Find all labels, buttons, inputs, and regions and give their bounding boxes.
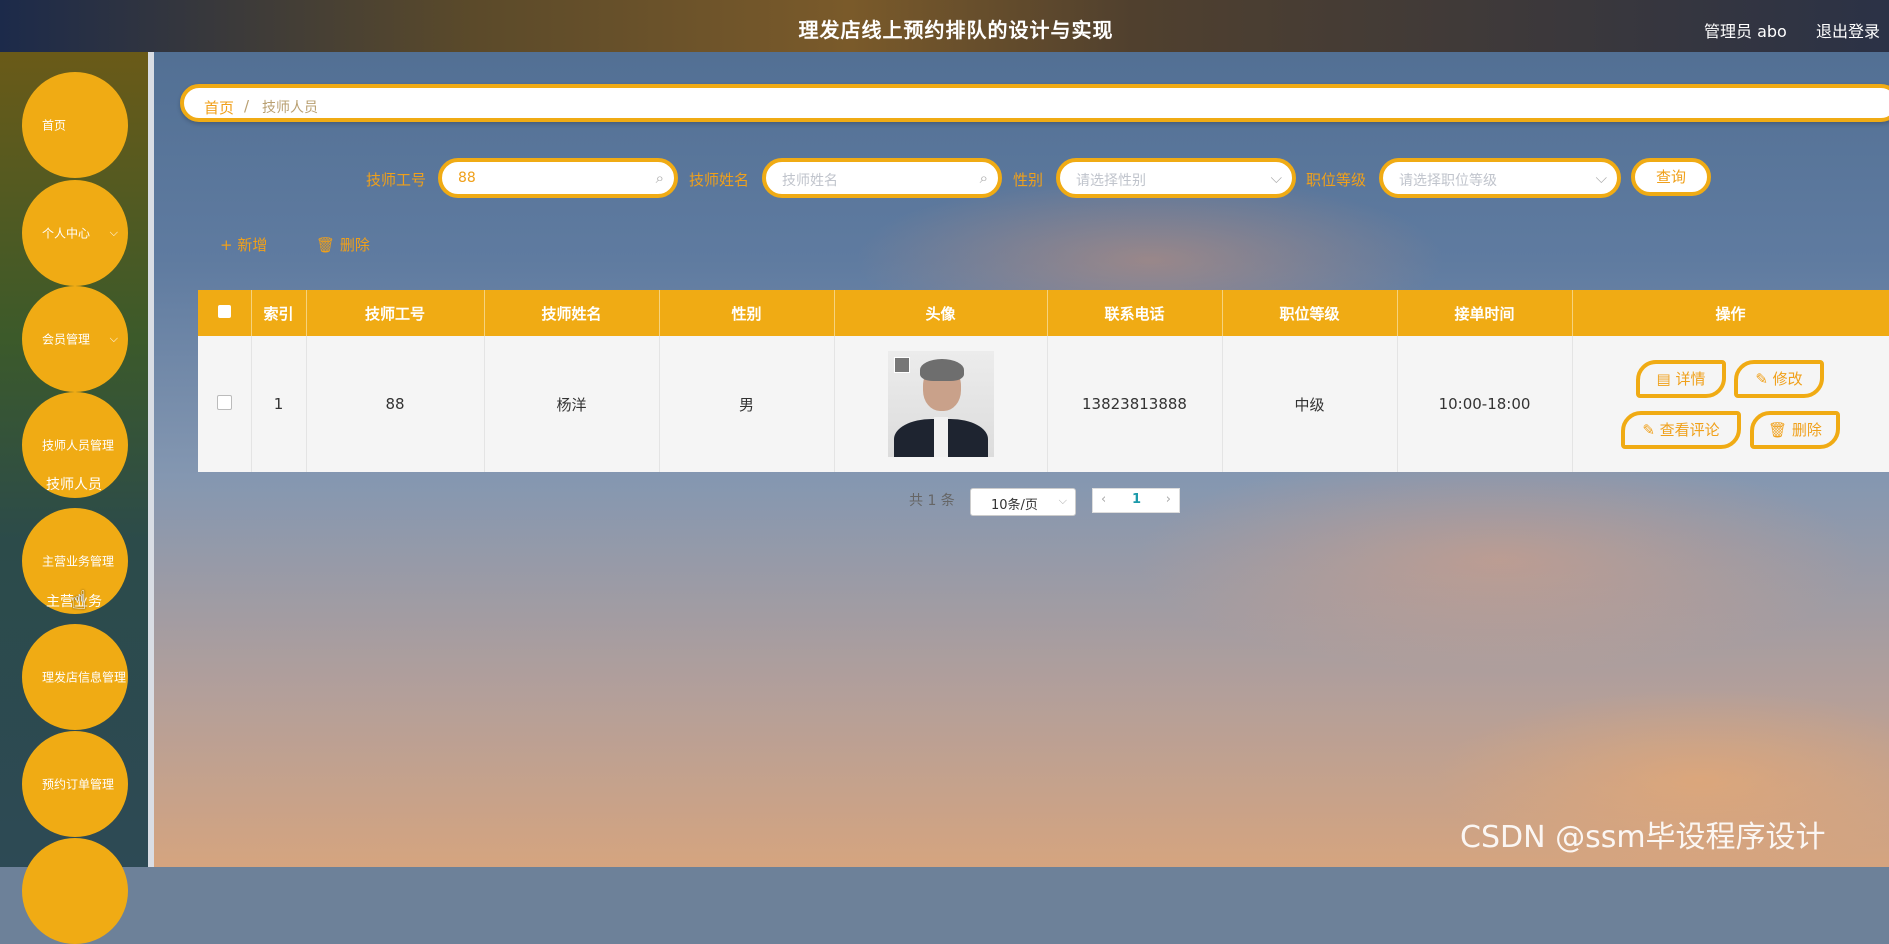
plus-icon: + [220,236,233,254]
detail-button[interactable]: ▤ 详情 [1636,360,1726,398]
row-checkbox[interactable] [216,394,232,410]
chevron-down-icon: ⌵ [1058,494,1067,507]
sidebar-item-personal-center[interactable]: 个人中心 ⌵ [22,180,128,286]
sidebar-item-shop-info-management[interactable]: 理发店信息管理 [22,624,128,730]
top-header: 理发店线上预约排队的设计与实现 管理员 abo 退出登录 [0,0,1889,52]
add-button[interactable]: + 新增 [220,234,267,255]
column-header: 联系电话 [1047,290,1223,336]
tech-id-value: 88 [458,170,476,186]
row-select-cell[interactable] [198,336,252,472]
index-cell: 1 [251,336,307,472]
add-label: 新增 [237,236,268,254]
detail-label: 详情 [1675,370,1706,388]
column-header: 接单时间 [1397,290,1573,336]
tech-name-placeholder: 技师姓名 [782,173,838,189]
gender-label: 性别 [1013,171,1044,189]
gender-cell: 男 [659,336,835,472]
page-number[interactable]: 1 [1132,492,1141,507]
pagination-total: 共 1 条 [909,493,955,509]
image-badge-icon [893,357,910,373]
submenu-technician[interactable]: 技师人员 [46,474,102,494]
hours-cell: 10:00-18:00 [1397,336,1573,472]
level-label: 职位等级 [1306,171,1367,189]
delete-label: 删除 [339,236,370,254]
search-icon: ⌕ [979,169,988,187]
column-header: 技师姓名 [484,290,660,336]
delete-row-label: 删除 [1791,421,1822,439]
sidebar-item-home[interactable]: 首页 [22,72,128,178]
sidebar-item-member-management[interactable]: 会员管理 ⌵ [22,286,128,392]
phone-cell: 13823813888 [1047,336,1223,472]
level-cell: 中级 [1222,336,1398,472]
breadcrumb: 首页 / 技师人员 [180,84,1889,122]
table-header-row: 索引 技师工号 技师姓名 性别 头像 联系电话 职位等级 接单时间 操作 [198,290,1889,336]
avatar-cell [834,336,1048,472]
edit-label: 修改 [1772,370,1803,388]
sidebar-item-label: 会员管理 [42,332,91,347]
column-header: 技师工号 [306,290,485,336]
breadcrumb-current: 技师人员 [262,100,318,116]
batch-delete-button[interactable]: 🗑 删除 [316,234,370,255]
column-header: 操作 [1572,290,1889,336]
level-select[interactable]: 请选择职位等级 ⌵ [1379,158,1621,198]
tech-id-input[interactable]: 88 ⌕ [438,158,678,198]
column-header: 头像 [834,290,1048,336]
comments-label: 查看评论 [1659,421,1720,439]
column-header: 性别 [659,290,835,336]
page-size-value: 10条/页 [991,498,1038,513]
trash-icon: 🗑 [1768,421,1788,439]
select-all-header[interactable] [198,290,252,336]
tech-id-cell: 88 [306,336,485,472]
chevron-down-icon: ⌵ [1595,169,1607,187]
pager: ‹ 1 › [1092,488,1180,513]
sidebar-item-label: 技师人员管理 [42,438,115,453]
column-header: 索引 [251,290,307,336]
hand-cursor-icon: ☝ [71,586,87,616]
sidebar-item-label: 主营业务管理 [42,554,115,569]
table-row: 1 88 杨洋 男 13823813888 中级 10:00-18:00 [198,336,1889,472]
operations-cell [1572,336,1889,472]
logout-link[interactable]: 退出登录 [1816,18,1880,42]
sidebar-item-label: 预约订单管理 [42,777,115,792]
trash-icon: 🗑 [316,236,336,254]
breadcrumb-separator: / [244,97,250,115]
prev-page-icon[interactable]: ‹ [1101,492,1106,507]
watermark: CSDN @ssm毕设程序设计 [1460,820,1826,855]
document-icon: ▤ [1656,370,1671,388]
name-cell: 杨洋 [484,336,660,472]
sidebar-item-label: 理发店信息管理 [42,670,127,685]
level-placeholder: 请选择职位等级 [1399,173,1497,189]
tech-name-input[interactable]: 技师姓名 ⌕ [762,158,1002,198]
avatar[interactable] [887,351,994,457]
admin-username: 管理员 abo [1704,22,1787,41]
sidebar-item-label: 首页 [42,118,67,133]
column-header: 职位等级 [1222,290,1398,336]
sidebar-item-order-management[interactable]: 预约订单管理 [22,731,128,837]
sidebar-item-more[interactable] [22,838,128,944]
page-size-select[interactable]: 10条/页 ⌵ [970,488,1076,516]
next-page-icon[interactable]: › [1166,492,1171,507]
tech-id-label: 技师工号 [366,171,427,189]
select-all-checkbox[interactable] [217,305,231,318]
search-icon: ⌕ [655,169,664,187]
chevron-down-icon: ⌵ [109,332,118,345]
view-comments-button[interactable]: ✎ 查看评论 [1621,411,1741,449]
pencil-icon: ✎ [1642,421,1655,439]
pencil-icon: ✎ [1755,370,1768,388]
delete-row-button[interactable]: 🗑 删除 [1750,411,1840,449]
tech-name-label: 技师姓名 [689,171,750,189]
breadcrumb-home[interactable]: 首页 [204,97,234,118]
sidebar-scrollbar[interactable] [148,52,154,867]
gender-placeholder: 请选择性别 [1076,173,1146,189]
app-title: 理发店线上预约排队的设计与实现 [798,18,1114,42]
query-button[interactable]: 查询 [1631,158,1711,196]
edit-button[interactable]: ✎ 修改 [1734,360,1824,398]
chevron-down-icon: ⌵ [109,226,118,239]
gender-select[interactable]: 请选择性别 ⌵ [1056,158,1296,198]
sidebar-item-label: 个人中心 [42,226,91,241]
chevron-down-icon: ⌵ [1270,169,1282,187]
